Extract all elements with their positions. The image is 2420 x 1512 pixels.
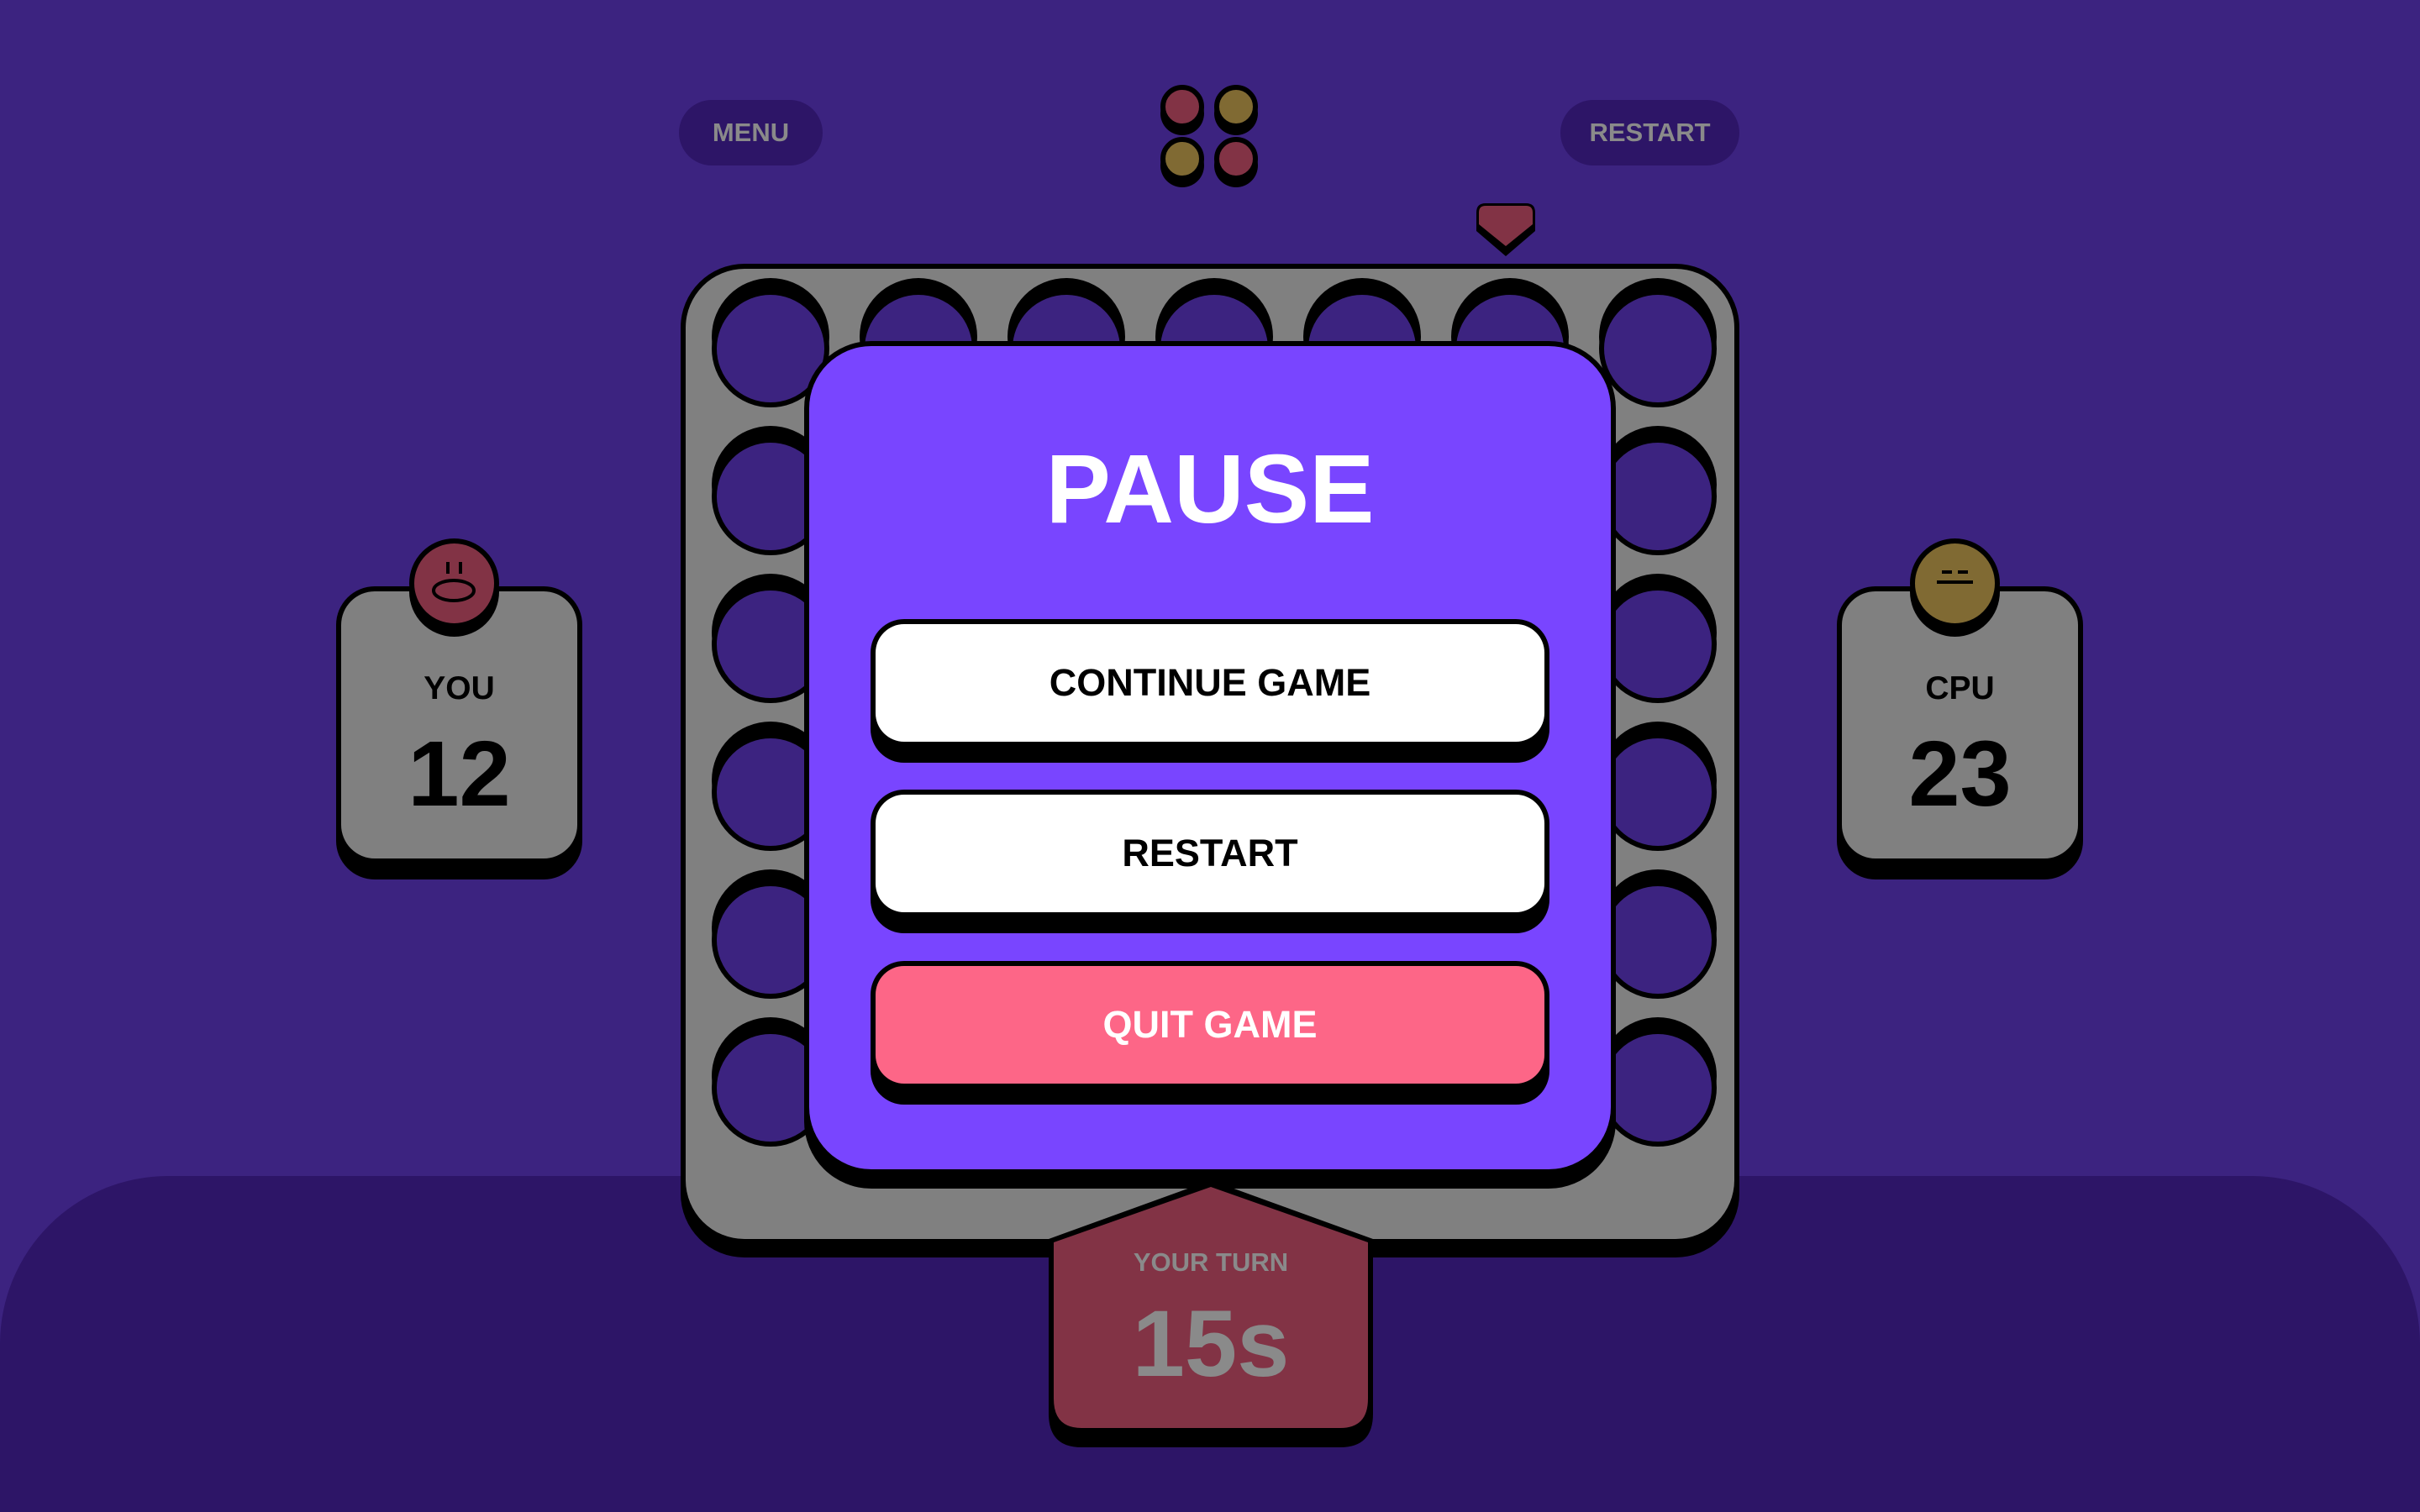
restart-label: RESTART (876, 795, 1544, 912)
column-marker-icon (1476, 203, 1535, 256)
player-score: 12 (408, 722, 511, 826)
pause-title: PAUSE (1045, 434, 1375, 543)
board-hole[interactable] (1599, 733, 1717, 851)
turn-timer: 15s (1132, 1291, 1290, 1396)
menu-button[interactable]: MENU (679, 100, 823, 165)
board-hole[interactable] (1599, 290, 1717, 407)
player-card-cpu: CPU 23 (1837, 538, 2083, 879)
turn-indicator: YOUR TURN 15s (1046, 1180, 1376, 1447)
player-card-you: YOU 12 (336, 538, 582, 879)
player-face-icon (409, 538, 499, 628)
restart-button[interactable]: RESTART (871, 790, 1549, 933)
continue-game-button[interactable]: CONTINUE GAME (871, 619, 1549, 763)
turn-label: YOUR TURN (1133, 1247, 1289, 1277)
quit-label: QUIT GAME (876, 966, 1544, 1084)
cpu-face-icon (1910, 538, 2000, 628)
board-hole[interactable] (1599, 1029, 1717, 1147)
cpu-score: 23 (1908, 722, 2012, 826)
board-hole[interactable] (1599, 585, 1717, 703)
quit-game-button[interactable]: QUIT GAME (871, 961, 1549, 1105)
board-hole[interactable] (1599, 881, 1717, 999)
cpu-name: CPU (1925, 670, 1995, 706)
continue-label: CONTINUE GAME (876, 624, 1544, 742)
player-name: YOU (424, 670, 495, 706)
restart-top-button[interactable]: RESTART (1560, 100, 1739, 165)
